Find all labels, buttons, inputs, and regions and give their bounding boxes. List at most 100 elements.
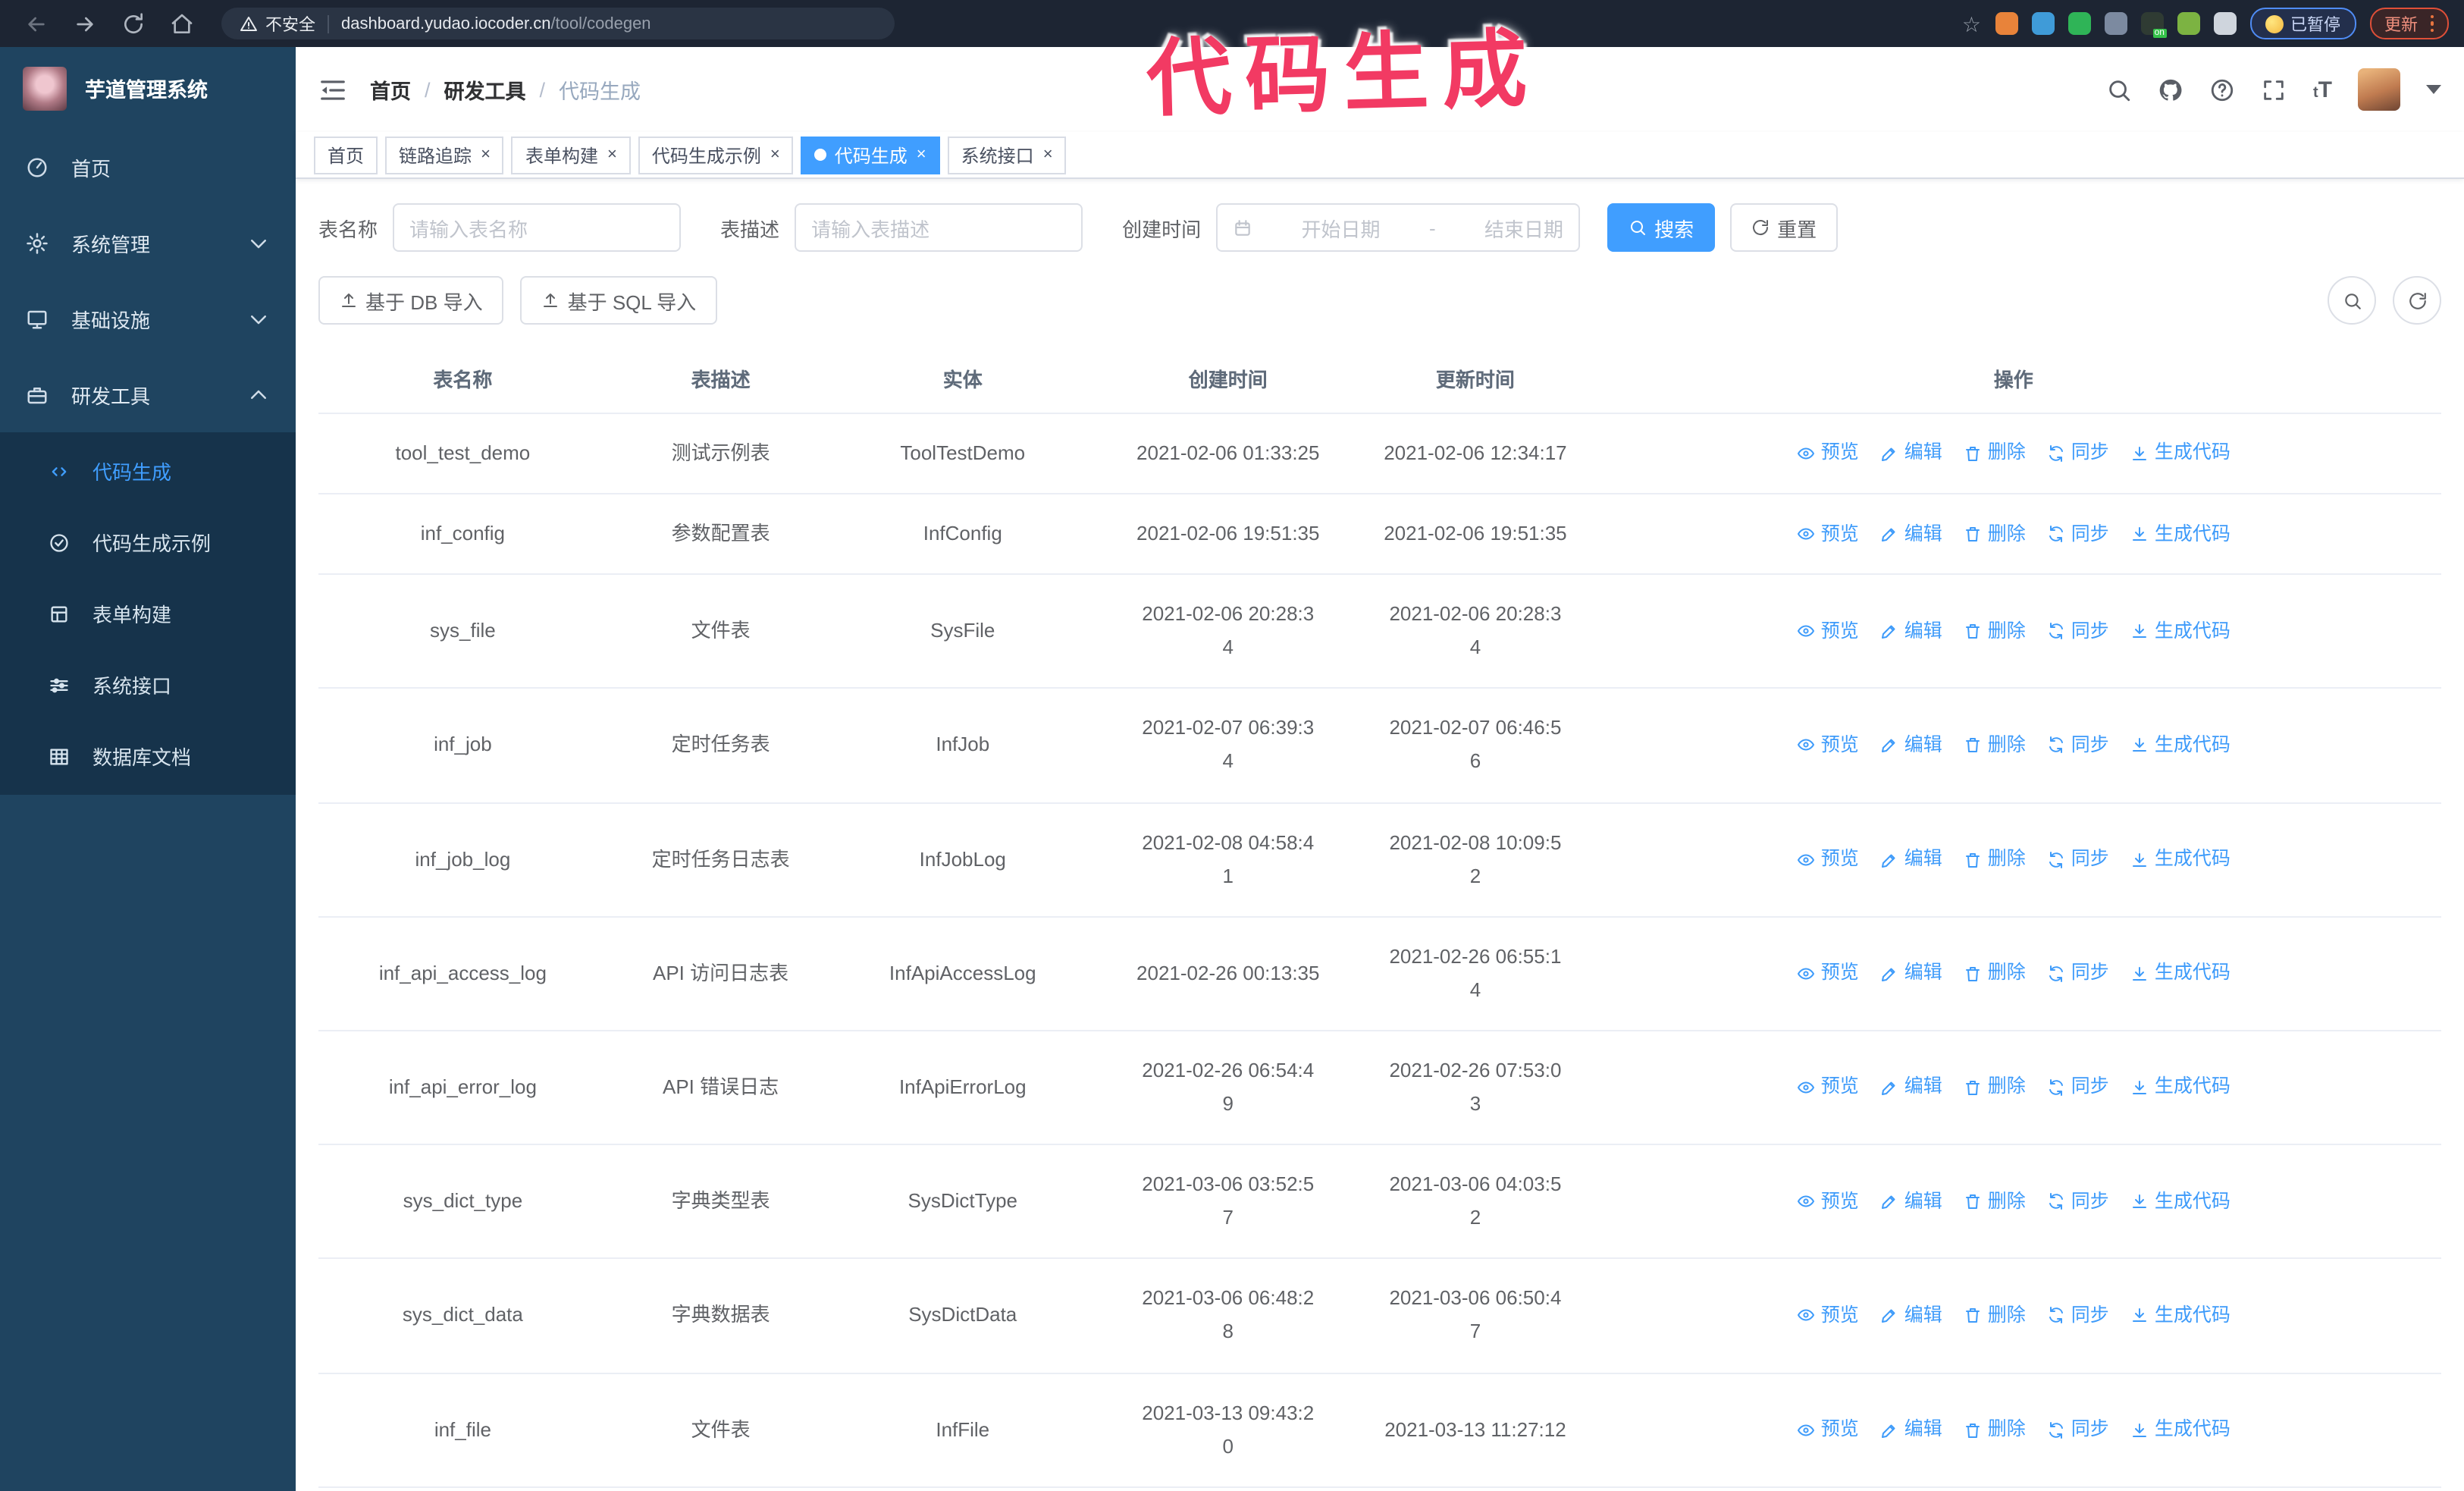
preview-action-link[interactable]: 预览 xyxy=(1797,438,1859,470)
sync-action-link[interactable]: 同步 xyxy=(2047,843,2109,876)
delete-action-link[interactable]: 删除 xyxy=(1964,1414,2026,1446)
tab-system-api[interactable]: 系统接口 × xyxy=(947,136,1067,174)
generate-action-link[interactable]: 生成代码 xyxy=(2130,730,2230,762)
delete-action-link[interactable]: 删除 xyxy=(1964,1300,2026,1332)
delete-action-link[interactable]: 删除 xyxy=(1964,518,2026,551)
table-row[interactable]: inf_api_error_log API 错误日志 InfApiErrorLog 2… xyxy=(318,1030,2441,1146)
preview-action-link[interactable]: 预览 xyxy=(1797,1300,1859,1332)
refresh-table-button[interactable] xyxy=(2393,276,2441,325)
sidebar-item-db-doc[interactable]: 数据库文档 xyxy=(0,720,296,792)
table-desc-input[interactable]: 请输入表描述 xyxy=(795,203,1083,252)
close-icon[interactable]: × xyxy=(607,146,617,163)
sidebar-item-form-builder[interactable]: 表单构建 xyxy=(0,578,296,649)
sync-action-link[interactable]: 同步 xyxy=(2047,1072,2109,1104)
blue-gem-extension-icon[interactable] xyxy=(2031,12,2054,35)
edit-action-link[interactable]: 编辑 xyxy=(1880,1300,1942,1332)
generate-action-link[interactable]: 生成代码 xyxy=(2130,1300,2230,1332)
breadcrumb-home[interactable]: 首页 xyxy=(370,74,411,105)
font-size-icon[interactable]: tT xyxy=(2313,78,2332,101)
toggle-search-button[interactable] xyxy=(2328,276,2376,325)
delete-action-link[interactable]: 删除 xyxy=(1964,957,2026,990)
orange-extension-icon[interactable] xyxy=(1995,12,2017,35)
avatar[interactable] xyxy=(2358,68,2400,111)
sidebar-logo-row[interactable]: 芋道管理系统 xyxy=(0,47,296,129)
preview-action-link[interactable]: 预览 xyxy=(1797,518,1859,551)
preview-action-link[interactable]: 预览 xyxy=(1797,1185,1859,1218)
close-icon[interactable]: × xyxy=(481,146,491,163)
generate-action-link[interactable]: 生成代码 xyxy=(2130,843,2230,876)
generate-action-link[interactable]: 生成代码 xyxy=(2130,1072,2230,1104)
delete-action-link[interactable]: 删除 xyxy=(1964,1072,2026,1104)
green-shield-extension-icon[interactable] xyxy=(2067,12,2090,35)
generate-action-link[interactable]: 生成代码 xyxy=(2130,518,2230,551)
sync-action-link[interactable]: 同步 xyxy=(2047,1185,2109,1218)
reset-button[interactable]: 重置 xyxy=(1730,203,1839,252)
sync-action-link[interactable]: 同步 xyxy=(2047,957,2109,990)
fullscreen-icon[interactable] xyxy=(2262,77,2287,102)
tab-codegen-example[interactable]: 代码生成示例 × xyxy=(638,136,794,174)
address-bar[interactable]: 不安全 dashboard.yudao.iocoder.cn/tool/code… xyxy=(221,8,895,39)
preview-action-link[interactable]: 预览 xyxy=(1797,1414,1859,1446)
tab-codegen[interactable]: 代码生成 × xyxy=(801,136,940,174)
delete-action-link[interactable]: 删除 xyxy=(1964,843,2026,876)
close-icon[interactable]: × xyxy=(1043,146,1053,163)
sidebar-item-home[interactable]: 首页 xyxy=(0,129,296,205)
puzzle-extension-icon[interactable] xyxy=(2213,12,2236,35)
table-row[interactable]: tool_test_demo 测试示例表 ToolTestDemo 2021-02-0… xyxy=(318,413,2441,495)
github-icon[interactable] xyxy=(2158,77,2184,102)
grid-extension-icon[interactable] xyxy=(2104,12,2127,35)
menu-fold-icon[interactable] xyxy=(318,75,347,104)
table-row[interactable]: sys_dict_data 字典数据表 SysDictData 2021-03-06 … xyxy=(318,1258,2441,1374)
edit-action-link[interactable]: 编辑 xyxy=(1880,438,1942,470)
table-row[interactable]: inf_config 参数配置表 InfConfig 2021-02-06 19:51… xyxy=(318,494,2441,576)
generate-action-link[interactable]: 生成代码 xyxy=(2130,1185,2230,1218)
sync-action-link[interactable]: 同步 xyxy=(2047,730,2109,762)
sidebar-item-system-management[interactable]: 系统管理 xyxy=(0,205,296,281)
delete-action-link[interactable]: 删除 xyxy=(1964,438,2026,470)
generate-action-link[interactable]: 生成代码 xyxy=(2130,957,2230,990)
search-button[interactable]: 搜索 xyxy=(1607,203,1716,252)
preview-action-link[interactable]: 预览 xyxy=(1797,843,1859,876)
delete-action-link[interactable]: 删除 xyxy=(1964,615,2026,648)
sidebar-item-system-api[interactable]: 系统接口 xyxy=(0,649,296,720)
more-menu-icon[interactable] xyxy=(2430,14,2434,33)
delete-action-link[interactable]: 删除 xyxy=(1964,1185,2026,1218)
sync-action-link[interactable]: 同步 xyxy=(2047,615,2109,648)
preview-action-link[interactable]: 预览 xyxy=(1797,957,1859,990)
chevron-down-icon[interactable] xyxy=(2426,85,2441,94)
table-row[interactable]: inf_job_log 定时任务日志表 InfJobLog 2021-02-08 04… xyxy=(318,802,2441,918)
tab-tracing[interactable]: 链路追踪 × xyxy=(385,136,504,174)
sync-action-link[interactable]: 同步 xyxy=(2047,1300,2109,1332)
generate-action-link[interactable]: 生成代码 xyxy=(2130,615,2230,648)
security-indicator[interactable]: 不安全 xyxy=(240,11,315,36)
forward-icon[interactable] xyxy=(73,11,97,36)
sidebar-item-codegen-example[interactable]: 代码生成示例 xyxy=(0,507,296,578)
table-row[interactable]: inf_job 定时任务表 InfJob 2021-02-07 06:39:3 4 202… xyxy=(318,688,2441,804)
table-row[interactable]: sys_dict_type 字典类型表 SysDictType 2021-03-06 … xyxy=(318,1144,2441,1260)
sync-action-link[interactable]: 同步 xyxy=(2047,1414,2109,1446)
sync-action-link[interactable]: 同步 xyxy=(2047,438,2109,470)
generate-action-link[interactable]: 生成代码 xyxy=(2130,438,2230,470)
reload-icon[interactable] xyxy=(121,11,146,36)
table-row[interactable]: sys_file 文件表 SysFile 2021-02-06 20:28:3 4 202… xyxy=(318,574,2441,689)
breadcrumb-dev-tools[interactable]: 研发工具 xyxy=(444,74,526,105)
preview-action-link[interactable]: 预览 xyxy=(1797,1072,1859,1104)
tab-form-builder[interactable]: 表单构建 × xyxy=(511,136,631,174)
edit-action-link[interactable]: 编辑 xyxy=(1880,1414,1942,1446)
table-row[interactable]: inf_api_access_log API 访问日志表 InfApiAccessL… xyxy=(318,916,2441,1031)
table-name-input[interactable]: 请输入表名称 xyxy=(393,203,682,252)
dark-on-extension-icon[interactable]: on xyxy=(2140,12,2166,38)
delete-action-link[interactable]: 删除 xyxy=(1964,730,2026,762)
edit-action-link[interactable]: 编辑 xyxy=(1880,1185,1942,1218)
table-row[interactable]: inf_file 文件表 InfFile 2021-03-13 09:43:2 0 202… xyxy=(318,1373,2441,1488)
paused-extension-badge[interactable]: 已暂停 xyxy=(2249,8,2356,39)
back-icon[interactable] xyxy=(24,11,49,36)
close-icon[interactable]: × xyxy=(917,146,926,163)
sidebar-item-codegen[interactable]: 代码生成 xyxy=(0,435,296,507)
edit-action-link[interactable]: 编辑 xyxy=(1880,957,1942,990)
import-sql-button[interactable]: 基于 SQL 导入 xyxy=(520,276,718,325)
date-range-input[interactable]: 开始日期 - 结束日期 xyxy=(1216,203,1581,252)
search-icon[interactable] xyxy=(2107,77,2133,102)
green-figure-extension-icon[interactable] xyxy=(2177,12,2199,35)
close-icon[interactable]: × xyxy=(770,146,780,163)
